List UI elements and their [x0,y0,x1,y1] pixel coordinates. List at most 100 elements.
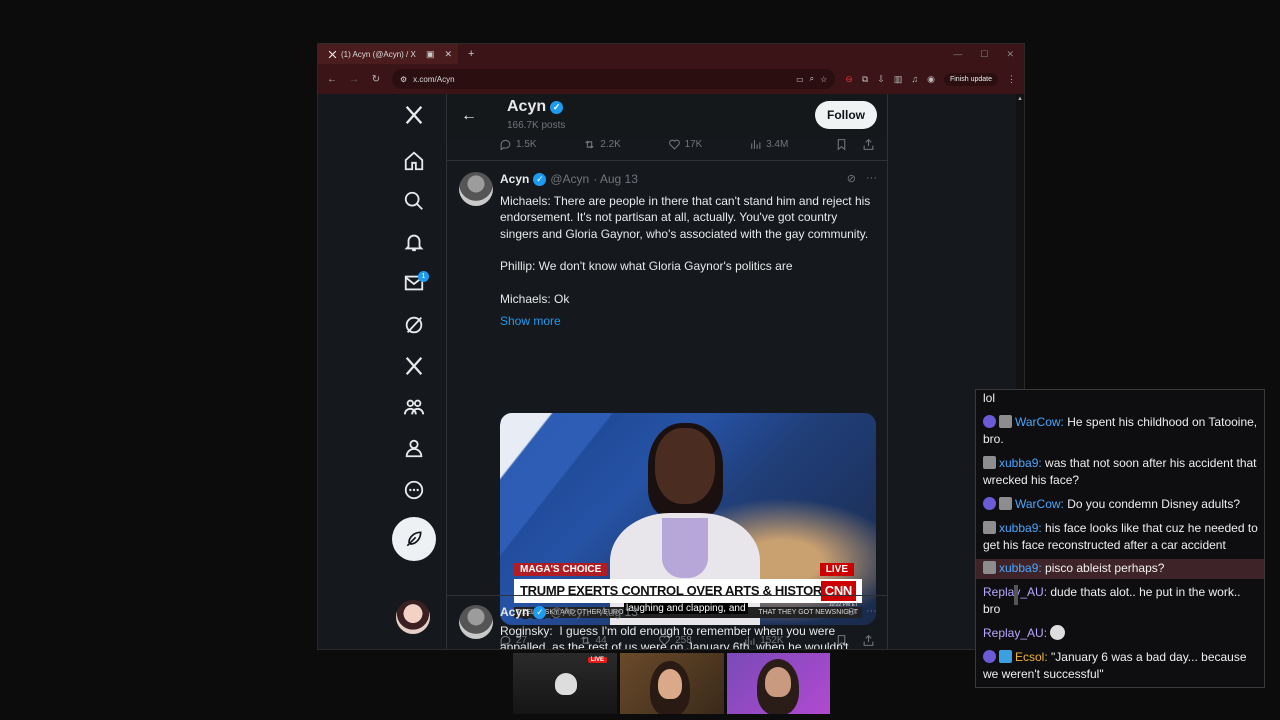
left-nav: 1 [388,94,440,649]
tweet-more-icon[interactable]: ··· [866,605,877,618]
x-home-logo-icon[interactable] [388,100,440,130]
notifications-bell-icon[interactable] [388,227,440,257]
chat-message: lol [983,390,1259,407]
tab-bar: (1) Acyn (@Acyn) / X ▣ ✕ + — ☐ ✕ [318,44,1024,64]
back-icon[interactable]: ← [326,74,338,85]
premium-x-icon[interactable] [388,351,440,381]
tweet-author-handle[interactable]: @Acyn [550,605,589,619]
chat-message: xubba9: was that not soon after his acci… [983,455,1259,489]
gift-badge-icon [999,497,1012,510]
chat-username[interactable]: xubba9: [999,456,1042,470]
reply-icon [500,139,511,151]
profile-icon[interactable]: ◉ [927,74,935,85]
cast-icon[interactable]: ▭ [796,75,804,84]
reply-action[interactable]: 1.5K [499,138,537,151]
profile-person-icon[interactable] [388,433,440,463]
tweet-author-avatar[interactable] [459,605,493,639]
tab-media-icon[interactable]: ▣ [426,49,435,60]
webcam-streamer-1 [620,653,724,714]
views-chart-icon [751,140,761,149]
subscriber-badge-icon [983,415,996,428]
follow-button[interactable]: Follow [815,101,877,129]
repost-action[interactable]: 2.2K [583,138,621,151]
grok-icon[interactable] [388,310,440,340]
chat-text: pisco ableist perhaps? [1041,561,1165,575]
cnn-logo: CNN [820,581,856,601]
emote-icon [1050,625,1066,640]
badge-icon [983,456,996,469]
forward-icon[interactable]: → [348,74,360,85]
profile-header: ← Acyn ✓ 166.7K posts Follow [447,94,887,138]
chat-username[interactable]: xubba9: [999,521,1042,535]
site-info-icon[interactable]: ⚙ [400,75,407,84]
toolbar-icons: ⊖ ⧉ ⇩ ▥ ♫ ◉ Finish update ⋮ [845,72,1016,86]
more-options-icon[interactable] [388,475,440,505]
url-text[interactable]: x.com/Acyn [413,75,790,84]
webcam-face [658,669,682,699]
heart-icon [668,139,680,150]
extension-red-icon[interactable]: ⊖ [845,74,853,85]
chat-username[interactable]: WarCow: [1015,497,1064,511]
communities-icon[interactable] [388,392,440,422]
window-controls: — ☐ ✕ [953,49,1024,60]
tweet-video[interactable]: MAGA'S CHOICE LIVE TRUMP EXERTS CONTROL … [500,413,876,625]
finish-update-button[interactable]: Finish update [943,72,998,86]
divider [447,595,887,596]
extensions-icon[interactable]: ⧉ [862,74,868,85]
show-more-link[interactable]: Show more [500,314,561,328]
tweet-text: Roginsky: I guess I'm old enough to reme… [500,624,849,650]
grok-explain-icon[interactable]: ⊘ [847,172,856,185]
bookmark-star-icon[interactable]: ☆ [820,75,827,84]
download-icon[interactable]: ⇩ [877,74,885,85]
gift-badge-icon [999,415,1012,428]
scroll-up-icon[interactable]: ▲ [1017,96,1023,102]
search-icon[interactable] [388,186,440,216]
new-tab-icon[interactable]: + [468,48,474,60]
reload-icon[interactable]: ↻ [370,74,382,85]
sidepanel-icon[interactable]: ▥ [894,74,903,85]
tab-close-icon[interactable]: ✕ [444,49,452,60]
chat-username[interactable]: Ecsol: [1015,650,1048,664]
like-action[interactable]: 17K [668,138,702,151]
views-count: 3.4M [766,139,789,150]
chat-username[interactable]: WarCow: [1015,415,1064,429]
chyron-live: LIVE [819,563,854,576]
crown-badge-icon [999,650,1012,663]
messages-icon[interactable]: 1 [388,268,440,298]
compose-post-button[interactable] [392,517,436,561]
views-action[interactable]: 3.4M [749,138,788,151]
omnibox[interactable]: ⚙ x.com/Acyn ▭ ⌕ ☆ [392,69,836,89]
tweet-author-avatar[interactable] [459,172,493,206]
verified-badge-icon: ✓ [550,100,564,114]
tweet-tools: ⊘ ··· [847,172,877,185]
chat-scroll-indicator [1014,585,1018,605]
verified-badge-icon: ✓ [533,172,547,186]
news-ticker-right: THAT THEY GOT NEWSNIGHT [758,609,858,616]
share-icon[interactable] [862,138,875,151]
account-avatar[interactable] [396,600,430,634]
tweet-author-name[interactable]: Acyn [500,605,529,619]
chat-message: WarCow: Do you condemn Disney adults? [983,496,1259,513]
tweet-author-handle[interactable]: @Acyn [550,172,589,186]
browser-tab[interactable]: (1) Acyn (@Acyn) / X ▣ ✕ [318,44,458,64]
grok-explain-icon[interactable]: ⊘ [847,605,856,618]
chat-username[interactable]: xubba9: [999,561,1042,575]
home-icon[interactable] [388,146,440,176]
tweet-date[interactable]: · Aug 13 [593,172,638,186]
zoom-icon[interactable]: ⌕ [810,74,814,84]
maximize-icon[interactable]: ☐ [980,49,988,60]
video-caption: laughing and clapping, and [624,603,748,614]
minimize-icon[interactable]: — [953,49,962,60]
chat-message: Ecsol: "January 6 was a bad day... becau… [983,649,1259,683]
menu-icon[interactable]: ⋮ [1007,74,1016,85]
chat-username[interactable]: Replay_AU: [983,626,1047,640]
media-control-icon[interactable]: ♫ [911,74,918,84]
bookmark-icon[interactable] [835,138,848,151]
tweet-more-icon[interactable]: ··· [866,172,877,185]
tweet-date[interactable]: · Aug 13 [593,605,638,619]
tweet-header: Acyn ✓ @Acyn · Aug 13 [500,605,638,619]
prev-tweet-actions: 1.5K 2.2K 17K 3.4M [499,138,875,151]
tweet-author-name[interactable]: Acyn [500,172,529,186]
back-arrow-icon[interactable]: ← [461,107,477,125]
close-window-icon[interactable]: ✕ [1006,49,1014,60]
